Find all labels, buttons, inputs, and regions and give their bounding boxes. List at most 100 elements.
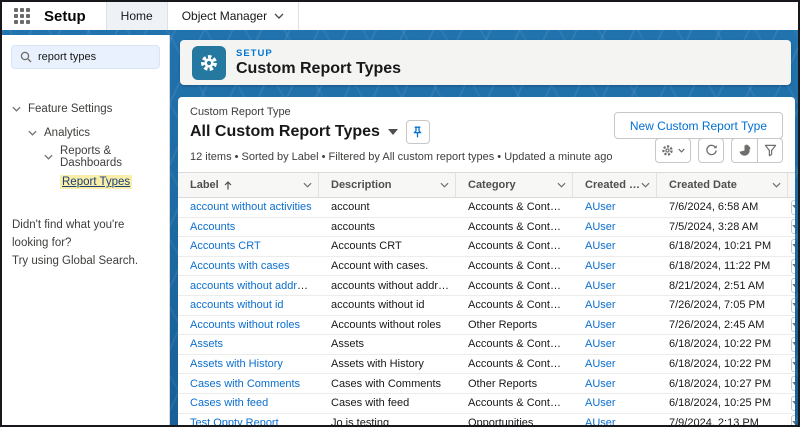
row-category: Accounts & Contacts: [456, 221, 573, 233]
row-created-by-link[interactable]: AUser: [585, 378, 616, 390]
row-description: Jo is testing: [319, 417, 456, 427]
row-created-date: 6/18/2024, 10:27 PM: [657, 378, 788, 390]
chevron-down-icon: [792, 342, 795, 346]
row-category: Accounts & Contacts: [456, 240, 573, 252]
column-header[interactable]: Created By ...: [573, 173, 657, 197]
chevron-down-icon: [792, 362, 795, 366]
new-custom-report-type-button[interactable]: New Custom Report Type: [614, 112, 783, 139]
row-actions-button[interactable]: [791, 317, 795, 332]
setup-tree: Feature Settings Analytics Reports & Das…: [2, 97, 169, 195]
row-description: Cases with feed: [319, 397, 456, 409]
row-description: Accounts without roles: [319, 319, 456, 331]
table-row: Accounts CRT Accounts CRT Accounts & Con…: [178, 237, 795, 257]
tree-item-feature-settings[interactable]: Feature Settings: [2, 97, 169, 121]
row-created-by-link[interactable]: AUser: [585, 299, 616, 311]
row-actions-button[interactable]: [791, 200, 795, 215]
row-actions-button[interactable]: [791, 239, 795, 254]
row-label-link[interactable]: Assets with History: [190, 358, 283, 370]
row-label-link[interactable]: Accounts with cases: [190, 260, 290, 272]
tree-item-report-types: Report Types: [2, 169, 169, 195]
row-created-by-link[interactable]: AUser: [585, 338, 616, 350]
row-category: Accounts & Contacts: [456, 280, 573, 292]
row-created-date: 6/18/2024, 10:25 PM: [657, 397, 788, 409]
table-row: Accounts without roles Accounts without …: [178, 316, 795, 336]
row-created-by-link[interactable]: AUser: [585, 417, 616, 427]
row-label-link[interactable]: Test Oppty Report: [190, 417, 279, 427]
chevron-down-icon: [44, 154, 53, 160]
table-row: Test Oppty Report Jo is testing Opportun…: [178, 414, 795, 427]
quick-find-box[interactable]: [11, 45, 160, 69]
row-created-by-link[interactable]: AUser: [585, 221, 616, 233]
row-label-link[interactable]: Accounts CRT: [190, 240, 261, 252]
chevron-down-icon: [274, 13, 284, 19]
chevron-down-icon: [12, 106, 21, 112]
column-menu-icon[interactable]: [303, 182, 312, 188]
row-label-link[interactable]: Cases with Comments: [190, 378, 300, 390]
row-actions-button[interactable]: [791, 415, 795, 427]
report-types-link[interactable]: Report Types: [60, 175, 132, 189]
row-label-link[interactable]: Accounts without roles: [190, 319, 300, 331]
row-description: account: [319, 201, 456, 213]
quick-find-input[interactable]: [38, 51, 148, 63]
row-label-link[interactable]: Cases with feed: [190, 397, 268, 409]
row-label-link[interactable]: accounts without address: [190, 280, 314, 292]
tree-item-analytics[interactable]: Analytics: [2, 121, 169, 145]
row-description: Assets with History: [319, 358, 456, 370]
row-actions-button[interactable]: [791, 376, 795, 391]
row-actions-button[interactable]: [791, 298, 795, 313]
column-menu-icon[interactable]: [772, 182, 781, 188]
row-label-link[interactable]: accounts without id: [190, 299, 284, 311]
pin-list-button[interactable]: [406, 120, 430, 144]
chevron-down-icon: [792, 264, 795, 268]
row-category: Other Reports: [456, 378, 573, 390]
table-row: accounts without address accounts withou…: [178, 276, 795, 296]
column-header[interactable]: Created Date: [657, 173, 788, 197]
row-category: Opportunities: [456, 417, 573, 427]
app-title: Setup: [44, 8, 86, 25]
row-actions-button[interactable]: [791, 337, 795, 352]
filter-button[interactable]: [757, 138, 783, 163]
table-row: Cases with Comments Cases with Comments …: [178, 374, 795, 394]
row-created-by-link[interactable]: AUser: [585, 201, 616, 213]
row-actions-button[interactable]: [791, 259, 795, 274]
row-created-by-link[interactable]: AUser: [585, 240, 616, 252]
column-header-actions: [788, 173, 795, 197]
list-view-selector[interactable]: All Custom Report Types: [190, 123, 398, 141]
chevron-down-icon: [792, 284, 795, 288]
tree-item-reports-dashboards[interactable]: Reports & Dashboards: [2, 145, 169, 169]
row-actions-button[interactable]: [791, 278, 795, 293]
row-label-link[interactable]: Accounts: [190, 221, 235, 233]
tab-home[interactable]: Home: [106, 2, 168, 30]
charts-button[interactable]: [731, 138, 757, 163]
row-actions-button[interactable]: [791, 219, 795, 234]
row-created-by-link[interactable]: AUser: [585, 358, 616, 370]
row-created-by-link[interactable]: AUser: [585, 319, 616, 331]
row-created-date: 6/18/2024, 10:22 PM: [657, 338, 788, 350]
chevron-down-icon: [792, 205, 795, 209]
row-label-link[interactable]: account without activities: [190, 201, 312, 213]
column-menu-icon[interactable]: [440, 182, 449, 188]
refresh-button[interactable]: [698, 138, 724, 163]
list-status-text: 12 items • Sorted by Label • Filtered by…: [190, 151, 612, 163]
table-row: Assets Assets Accounts & Contacts AUser …: [178, 335, 795, 355]
row-created-by-link[interactable]: AUser: [585, 260, 616, 272]
row-actions-button[interactable]: [791, 357, 795, 372]
column-header[interactable]: Description: [319, 173, 456, 197]
main-content: SETUP Custom Report Types Custom Report …: [170, 30, 798, 427]
row-description: Assets: [319, 338, 456, 350]
table-row: accounts without id accounts without id …: [178, 296, 795, 316]
column-menu-icon[interactable]: [557, 182, 566, 188]
row-actions-button[interactable]: [791, 396, 795, 411]
row-created-by-link[interactable]: AUser: [585, 397, 616, 409]
column-header[interactable]: Label: [178, 173, 319, 197]
row-created-date: 7/26/2024, 7:05 PM: [657, 299, 788, 311]
table-row: Assets with History Assets with History …: [178, 355, 795, 375]
row-created-by-link[interactable]: AUser: [585, 280, 616, 292]
row-category: Accounts & Contacts: [456, 358, 573, 370]
tab-object-manager[interactable]: Object Manager: [168, 2, 299, 30]
column-menu-icon[interactable]: [641, 182, 650, 188]
list-settings-button[interactable]: [655, 138, 691, 163]
row-label-link[interactable]: Assets: [190, 338, 223, 350]
column-header[interactable]: Category: [456, 173, 573, 197]
app-launcher-icon[interactable]: [14, 8, 30, 24]
